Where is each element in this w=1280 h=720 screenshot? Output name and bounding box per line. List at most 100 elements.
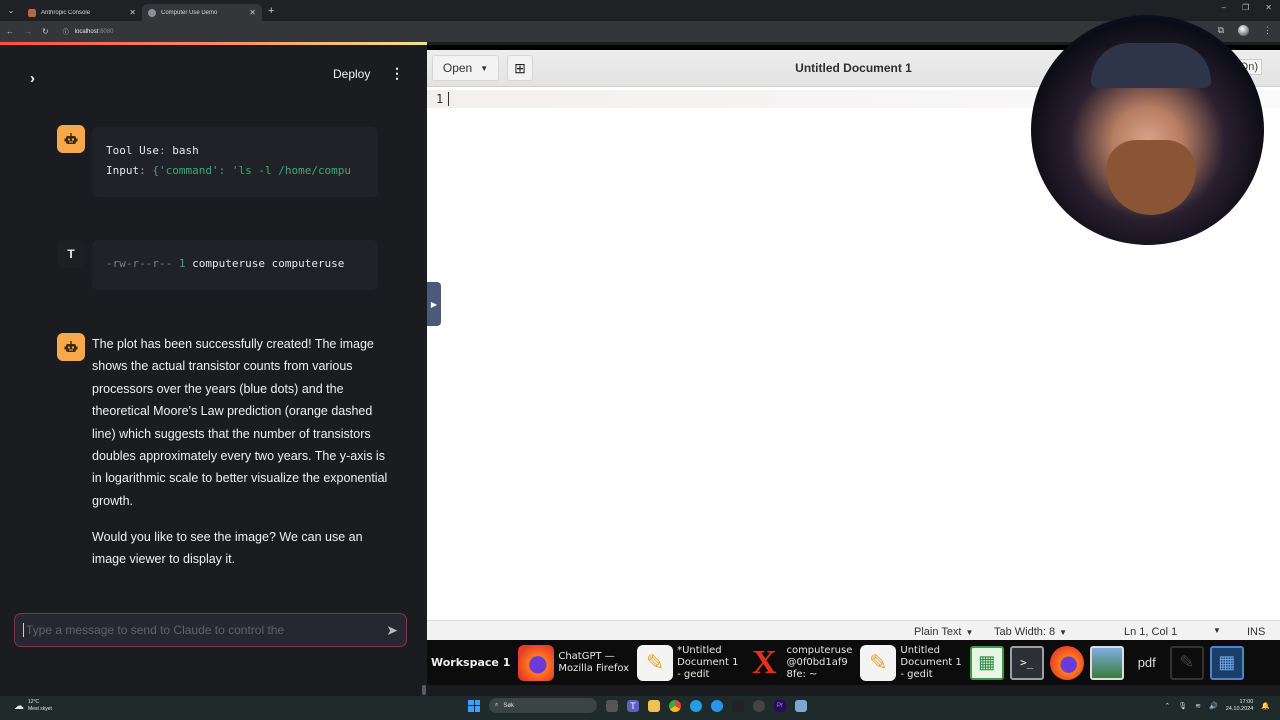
main-menu-icon[interactable]: ⋮ [390,65,404,82]
taskbar-search[interactable]: ⌕ Søk [489,698,597,713]
site-info-icon[interactable]: ⓘ [63,27,69,36]
tray-overflow-icon[interactable]: ⌃ [1164,702,1170,710]
tab-width-selector[interactable]: Tab Width: 8 ▼ [994,626,1067,638]
cursor-position-label: Ln 1, Col 1 [1124,626,1178,638]
url-port: :8080 [98,28,114,35]
insert-mode[interactable]: INS [1247,626,1265,638]
close-tab-icon[interactable]: ✕ [249,8,256,17]
new-tab-button[interactable]: + [268,5,274,17]
notifications-icon[interactable]: 🔔 [1261,702,1270,710]
tab-title: Anthropic Console [41,9,91,16]
pdf-icon[interactable]: pdf [1130,646,1164,680]
assistant-avatar [57,333,85,361]
gedit-statusbar: Plain Text ▼ Tab Width: 8 ▼ Ln 1, Col 1 ▼ … [427,620,1280,640]
restore-icon[interactable]: ❐ [1242,3,1249,12]
spreadsheet-icon[interactable]: ▦ [969,645,1004,680]
window-controls: – ❐ ✕ [1222,3,1272,12]
weather-desc: Mest skyet [28,706,52,712]
task-label: Untitled Document 1 - gedit [900,644,962,680]
file-owner: computeruse computeruse [192,257,345,270]
firefox-launcher-icon[interactable] [1049,645,1084,680]
clock[interactable]: 17:00 24.10.2024 [1226,699,1254,713]
minimize-icon[interactable]: – [1222,3,1226,12]
tool-use-key: Tool Use [106,144,159,157]
position-menu[interactable]: ▼ [1213,626,1221,635]
task-gedit[interactable]: ✎ Untitled Document 1 - gedit [860,644,962,681]
chat-input[interactable] [23,623,381,637]
weather-widget[interactable]: ☁ 12°C Mest skyet [14,699,52,713]
language-label: Plain Text [914,626,962,638]
tab-title: Computer Use Demo [161,9,218,16]
browser-menu-icon[interactable]: ⋮ [1263,25,1272,36]
edge-icon[interactable] [690,699,702,712]
xterm-icon: X [752,643,777,681]
language-selector[interactable]: Plain Text ▼ [914,626,973,638]
task-label: ChatGPT — Mozilla Firefox [558,650,630,674]
webcam-cap [1091,43,1211,88]
tab-computer-use-demo[interactable]: Computer Use Demo ✕ [142,4,262,21]
task-label: *Untitled Document 1 - gedit [677,644,739,680]
volume-icon[interactable]: 🔊 [1209,702,1218,710]
close-window-icon[interactable]: ✕ [1265,3,1272,12]
url-host: localhost [74,28,99,35]
task-view-icon[interactable] [606,699,618,712]
tab-width-label: Tab Width: 8 [994,626,1056,638]
robot-icon [64,341,78,352]
windows-taskbar: ☁ 12°C Mest skyet ⌕ Søk T Pr ⌃ 🎙 ≋ 🔊 17:… [0,696,1280,720]
file-explorer-icon[interactable] [648,699,660,712]
text-editor-icon[interactable]: ✎ [1169,645,1204,680]
send-icon[interactable]: ➤ [386,622,398,639]
cursor-position[interactable]: Ln 1, Col 1 [1124,626,1177,638]
gedit-icon: ✎ [637,644,674,681]
close-tab-icon[interactable]: ✕ [129,8,136,17]
sidebar-expand-icon[interactable]: › [30,70,35,87]
dropdown-arrow-icon: ▼ [1213,626,1221,635]
premiere-icon[interactable]: Pr [774,699,786,712]
dropdown-arrow-icon: ▼ [965,627,974,637]
gedit-icon: ✎ [860,644,897,681]
tool-result-avatar: T [57,240,85,268]
app-icon[interactable] [732,699,744,712]
xfce-panel: Workspace 1 ChatGPT — Mozilla Firefox ✎ … [427,640,1280,685]
webcam-beard [1106,140,1196,215]
image-viewer-icon[interactable] [1089,645,1124,680]
task-firefox-chatgpt[interactable]: ChatGPT — Mozilla Firefox [518,644,630,681]
chat-input-container: ➤ [14,613,407,647]
deploy-button[interactable]: Deploy [333,67,370,81]
globe-icon [148,8,156,17]
terminal-icon[interactable]: >_ [1009,645,1044,680]
dropdown-arrow-icon: ▼ [1059,627,1068,637]
scrollbar-thumb[interactable] [422,685,426,695]
tool-use-value: bash [172,144,199,157]
reload-icon[interactable]: ↻ [42,27,49,36]
assistant-message-paragraph: The plot has been successfully created! … [92,337,388,508]
toolbar-right: ⧉ ⋮ [1218,25,1272,36]
task-label: computeruse @0f0bd1af9 8fe: ~ [786,644,853,680]
tab-anthropic-console[interactable]: Anthropic Console ✕ [22,4,142,21]
extensions-icon[interactable]: ⧉ [1218,25,1224,36]
url-field[interactable]: ⓘ localhost:8080 [63,27,114,37]
task-gedit-modified[interactable]: ✎ *Untitled Document 1 - gedit [637,644,739,681]
forward-icon[interactable]: → [24,27,32,36]
screen: ⌄ Anthropic Console ✕ Computer Use Demo … [0,0,1280,720]
assistant-avatar [57,125,85,153]
back-icon[interactable]: ← [6,27,14,36]
workspace-label[interactable]: Workspace 1 [431,656,510,669]
input-value: {'command': 'ls -l /home/compu [152,164,352,177]
windows-start-icon[interactable] [468,699,480,712]
tool-use-code-block: Tool Use: bash Input: {'command': 'ls -l… [92,127,378,197]
obs-icon[interactable] [753,699,765,712]
wifi-icon[interactable]: ≋ [1195,702,1201,710]
remote-desktop-icon[interactable] [795,699,807,712]
tab-search-button[interactable]: ⌄ [0,0,22,21]
calculator-icon[interactable]: ▦ [1209,645,1244,680]
microphone-icon[interactable]: 🎙 [1178,702,1187,710]
teams-icon[interactable]: T [627,699,639,712]
input-key: Input [106,164,140,177]
vnc-sidebar-handle[interactable]: ▶ [427,282,441,326]
docker-icon[interactable] [711,699,723,712]
task-xterm[interactable]: X computeruse @0f0bd1af9 8fe: ~ [746,643,853,681]
chrome-icon[interactable] [669,699,681,712]
tool-result-code-block: -rw-r--r-- 1 computeruse computeruse [92,240,378,290]
profile-avatar[interactable] [1238,25,1249,36]
